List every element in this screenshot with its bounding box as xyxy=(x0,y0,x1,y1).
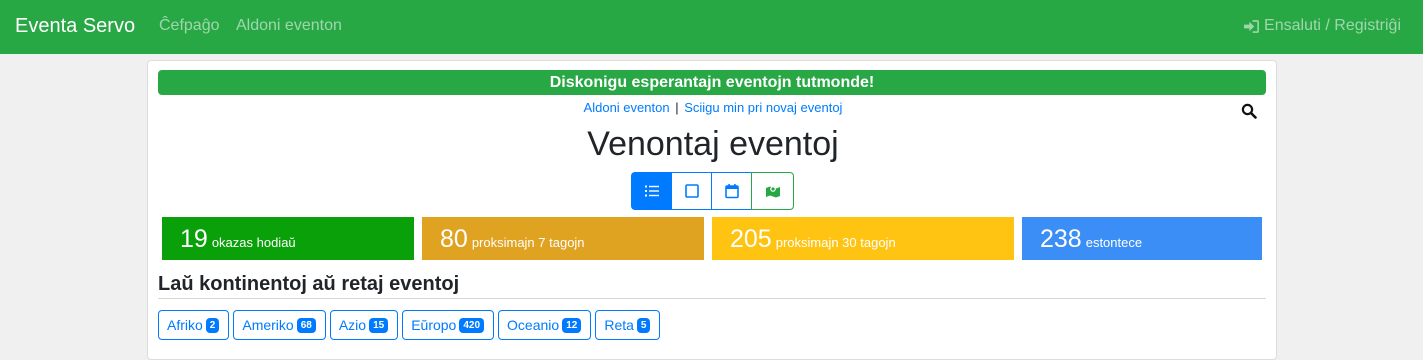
stat-label: okazas hodiaŭ xyxy=(211,235,296,250)
login-link[interactable]: Ensaluti / Registriĝi xyxy=(1243,17,1401,35)
link-separator: | xyxy=(675,100,679,115)
chip-label: Oceanio xyxy=(507,317,560,333)
promo-banner: Diskonigu esperantajn eventojn tutmonde! xyxy=(158,70,1266,95)
page-title: Venontaj eventoj xyxy=(587,125,839,163)
subscribe-link[interactable]: Sciigu min pri novaj eventoj xyxy=(684,100,842,115)
chip-label: Ameriko xyxy=(242,317,294,333)
continent-chip-afriko[interactable]: Afriko 2 xyxy=(158,310,230,340)
chip-label: Afriko xyxy=(167,317,203,333)
sub-links: Aldoni eventon | Sciigu min pri novaj ev… xyxy=(148,100,1278,115)
continent-filters: Afriko 2 Ameriko 68 Azio 15 Eŭropo 420 O… xyxy=(158,310,661,340)
continent-chip-oceanio[interactable]: Oceanio 12 xyxy=(498,310,592,340)
stat-label: estontece xyxy=(1085,235,1143,250)
brand-link[interactable]: Eventa Servo xyxy=(15,15,135,38)
top-navbar: Eventa Servo Ĉefpaĝo Aldoni eventon Ensa… xyxy=(0,0,1423,54)
section-title: Laŭ kontinentoj aŭ retaj eventoj xyxy=(158,273,460,295)
map-icon xyxy=(765,186,780,198)
stat-label: proksimajn 7 tagojn xyxy=(471,235,585,250)
continent-chip-reta[interactable]: Reta 5 xyxy=(595,310,661,340)
nav-add-event[interactable]: Aldoni eventon xyxy=(236,17,342,35)
stat-7-days[interactable]: 80 proksimajn 7 tagojn xyxy=(422,217,704,260)
count-badge: 15 xyxy=(369,317,389,333)
chip-label: Azio xyxy=(338,317,367,333)
stat-today[interactable]: 19 okazas hodiaŭ xyxy=(162,217,414,260)
add-event-link[interactable]: Aldoni eventon xyxy=(584,100,670,115)
sign-in-icon xyxy=(1244,19,1259,33)
count-badge: 2 xyxy=(205,317,220,333)
square-icon xyxy=(684,184,699,198)
chip-label: Reta xyxy=(604,317,634,333)
map-view-button[interactable] xyxy=(751,172,794,210)
login-label: Ensaluti / Registriĝi xyxy=(1264,17,1401,34)
continent-chip-europo[interactable]: Eŭropo 420 xyxy=(402,310,495,340)
stat-future[interactable]: 238 estontece xyxy=(1022,217,1262,260)
view-switcher xyxy=(631,172,794,210)
stat-label: proksimajn 30 tagojn xyxy=(775,235,896,250)
stat-number: 19 xyxy=(180,225,208,253)
main-card: Diskonigu esperantajn eventojn tutmonde!… xyxy=(147,60,1277,360)
count-badge: 420 xyxy=(459,317,485,333)
chip-label: Eŭropo xyxy=(411,317,457,333)
divider xyxy=(158,298,1266,299)
stat-number: 80 xyxy=(440,225,468,253)
card-view-button[interactable] xyxy=(671,172,712,210)
count-badge: 5 xyxy=(636,317,651,333)
nav-home[interactable]: Ĉefpaĝo xyxy=(159,17,220,35)
list-icon xyxy=(644,185,659,197)
stat-30-days[interactable]: 205 proksimajn 30 tagojn xyxy=(712,217,1014,260)
list-view-button[interactable] xyxy=(631,172,672,210)
calendar-icon xyxy=(724,184,739,199)
continent-chip-azio[interactable]: Azio 15 xyxy=(329,310,399,340)
stat-number: 238 xyxy=(1040,225,1082,253)
continent-chip-ameriko[interactable]: Ameriko 68 xyxy=(233,310,326,340)
stat-number: 205 xyxy=(730,225,772,253)
search-icon[interactable] xyxy=(1241,103,1257,119)
calendar-view-button[interactable] xyxy=(711,172,752,210)
count-badge: 68 xyxy=(296,317,316,333)
count-badge: 12 xyxy=(562,317,582,333)
